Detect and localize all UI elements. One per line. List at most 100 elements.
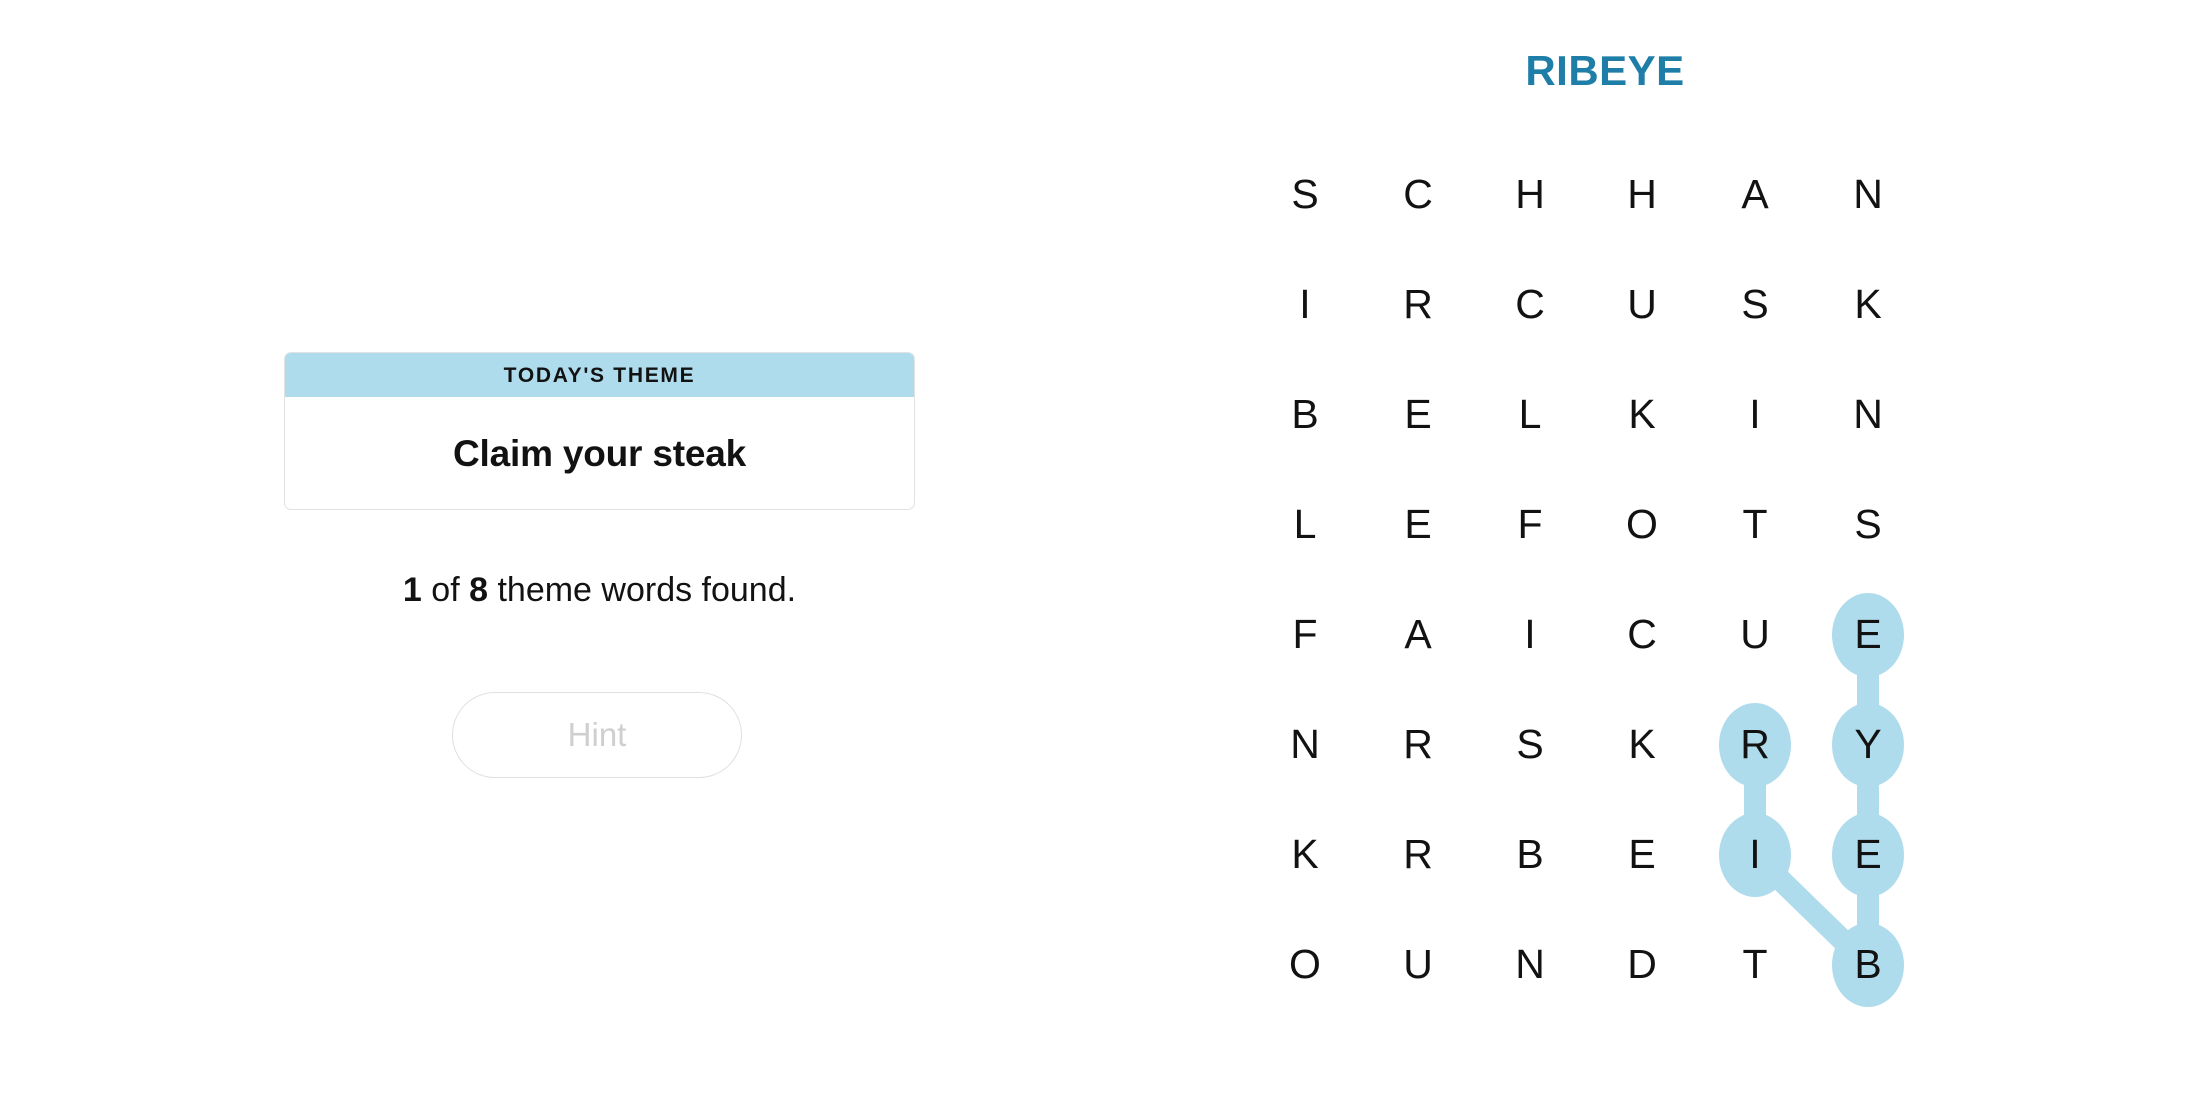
- letter-cell-glyph: T: [1742, 500, 1768, 547]
- letter-cell-glyph: K: [1628, 720, 1656, 767]
- letter-cell[interactable]: L: [1490, 375, 1570, 455]
- letter-cell-glyph: H: [1515, 170, 1545, 217]
- letter-cell-glyph: E: [1404, 390, 1432, 437]
- theme-words-progress: 1 of 8 theme words found.: [284, 570, 915, 611]
- letter-cell-selected[interactable]: Y: [1828, 705, 1908, 785]
- letter-cell-glyph: A: [1741, 170, 1769, 217]
- strands-game-screen: TODAY'S THEME Claim your steak 1 of 8 th…: [0, 0, 2200, 1100]
- letter-cell[interactable]: O: [1602, 485, 1682, 565]
- letter-cell[interactable]: E: [1378, 375, 1458, 455]
- letter-cell[interactable]: S: [1490, 705, 1570, 785]
- letter-cell-glyph: T: [1742, 940, 1768, 987]
- info-panel: TODAY'S THEME Claim your steak 1 of 8 th…: [0, 0, 1200, 1100]
- letter-cell[interactable]: L: [1265, 485, 1345, 565]
- letter-cell[interactable]: O: [1265, 925, 1345, 1005]
- letter-cell[interactable]: B: [1490, 815, 1570, 895]
- letter-cell-glyph: S: [1291, 170, 1319, 217]
- letter-cell-glyph: O: [1289, 940, 1321, 987]
- letter-cell[interactable]: I: [1265, 265, 1345, 345]
- progress-suffix-text: theme words found.: [488, 571, 797, 609]
- progress-found-count: 1: [402, 571, 422, 609]
- letter-cell[interactable]: N: [1265, 705, 1345, 785]
- progress-total-count: 8: [469, 571, 489, 609]
- letter-cell[interactable]: F: [1490, 485, 1570, 565]
- letter-cell-selected[interactable]: I: [1715, 815, 1795, 895]
- letter-cell[interactable]: S: [1265, 155, 1345, 235]
- letter-cell-glyph: N: [1853, 390, 1883, 437]
- letter-cell-glyph: I: [1299, 280, 1311, 327]
- letter-cell-glyph: B: [1854, 940, 1882, 987]
- letter-cell-glyph: E: [1854, 830, 1882, 877]
- theme-card-header-label: TODAY'S THEME: [503, 363, 696, 387]
- letter-cell[interactable]: R: [1378, 265, 1458, 345]
- letter-cell-glyph: L: [1518, 390, 1542, 437]
- letter-cell[interactable]: H: [1602, 155, 1682, 235]
- letter-cell[interactable]: S: [1715, 265, 1795, 345]
- letter-cell[interactable]: R: [1378, 815, 1458, 895]
- letter-cell[interactable]: N: [1490, 925, 1570, 1005]
- letter-cell-glyph: R: [1403, 280, 1433, 327]
- letter-cell-glyph: U: [1403, 940, 1433, 987]
- letter-cell[interactable]: N: [1828, 155, 1908, 235]
- found-word-title: RIBEYE: [1525, 47, 1685, 94]
- hint-button[interactable]: Hint: [452, 692, 742, 778]
- letter-cell-glyph: K: [1854, 280, 1882, 327]
- letter-cell-glyph: F: [1292, 610, 1318, 657]
- letter-cell[interactable]: B: [1265, 375, 1345, 455]
- letter-cell-glyph: F: [1517, 500, 1543, 547]
- letter-cell[interactable]: F: [1265, 595, 1345, 675]
- letter-cell[interactable]: C: [1490, 265, 1570, 345]
- letter-cell-glyph: N: [1515, 940, 1545, 987]
- letter-cell-glyph: E: [1854, 610, 1882, 657]
- letter-cell-glyph: C: [1403, 170, 1433, 217]
- letter-cell-glyph: H: [1627, 170, 1657, 217]
- letter-cell[interactable]: A: [1378, 595, 1458, 675]
- letter-cell[interactable]: U: [1602, 265, 1682, 345]
- letter-grid[interactable]: S C H H A N I R C U S K B E L K I N L E F O T S F A I C U E N R S K R Y K R B E…: [1249, 170, 1929, 1050]
- letter-cell[interactable]: N: [1828, 375, 1908, 455]
- letter-cell-selected[interactable]: B: [1828, 925, 1908, 1005]
- letter-cell[interactable]: I: [1715, 375, 1795, 455]
- letter-cell-glyph: U: [1740, 610, 1770, 657]
- letter-cell-glyph: Y: [1854, 720, 1882, 767]
- letter-cell-glyph: R: [1740, 720, 1770, 767]
- letter-cell[interactable]: K: [1602, 375, 1682, 455]
- letter-cell[interactable]: A: [1715, 155, 1795, 235]
- letter-cell-glyph: D: [1627, 940, 1657, 987]
- letter-cell[interactable]: C: [1378, 155, 1458, 235]
- letter-cell-glyph: I: [1749, 390, 1761, 437]
- letter-cell[interactable]: C: [1602, 595, 1682, 675]
- letter-cell-selected[interactable]: E: [1828, 595, 1908, 675]
- letter-cell-glyph: R: [1403, 720, 1433, 767]
- letter-cell-glyph: C: [1515, 280, 1545, 327]
- letter-cell[interactable]: D: [1602, 925, 1682, 1005]
- letter-cell[interactable]: U: [1378, 925, 1458, 1005]
- letter-cell-selected[interactable]: R: [1715, 705, 1795, 785]
- letter-cell[interactable]: I: [1490, 595, 1570, 675]
- letter-cell-glyph: N: [1290, 720, 1320, 767]
- theme-card-body: Claim your steak: [285, 397, 914, 509]
- letter-cell[interactable]: E: [1602, 815, 1682, 895]
- letter-cell-glyph: S: [1516, 720, 1544, 767]
- letter-cell[interactable]: K: [1265, 815, 1345, 895]
- todays-theme-card: TODAY'S THEME Claim your steak: [284, 352, 915, 510]
- letter-cell-glyph: S: [1741, 280, 1769, 327]
- letter-cell-glyph: B: [1516, 830, 1544, 877]
- letter-cell-glyph: N: [1853, 170, 1883, 217]
- letter-cell-glyph: K: [1291, 830, 1319, 877]
- letter-cell-glyph: K: [1628, 390, 1656, 437]
- letter-cell[interactable]: T: [1715, 925, 1795, 1005]
- letter-cell[interactable]: E: [1378, 485, 1458, 565]
- letter-cell[interactable]: K: [1602, 705, 1682, 785]
- letter-cell-glyph: S: [1854, 500, 1882, 547]
- letter-cell[interactable]: K: [1828, 265, 1908, 345]
- letter-cell[interactable]: H: [1490, 155, 1570, 235]
- letter-cell-selected[interactable]: E: [1828, 815, 1908, 895]
- letter-cell[interactable]: S: [1828, 485, 1908, 565]
- letter-cell-glyph: L: [1293, 500, 1317, 547]
- letter-cell[interactable]: R: [1378, 705, 1458, 785]
- letter-cell[interactable]: U: [1715, 595, 1795, 675]
- letter-cell-glyph: I: [1749, 830, 1761, 877]
- board-panel: RIBEYE SCHHANIRCUSKBELKINLEFOTSFAICUENRS…: [1200, 0, 2200, 1100]
- letter-cell[interactable]: T: [1715, 485, 1795, 565]
